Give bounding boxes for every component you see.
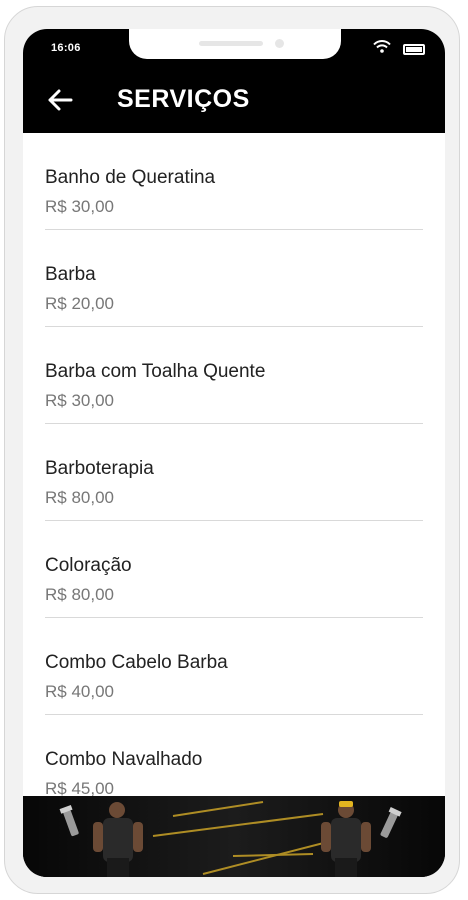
- phone-notch: [129, 29, 341, 59]
- service-item[interactable]: Banho de Queratina R$ 30,00: [45, 133, 423, 230]
- service-name: Banho de Queratina: [45, 167, 216, 188]
- arrow-left-icon: [48, 89, 73, 111]
- service-item[interactable]: Combo Navalhado R$ 45,00: [45, 715, 423, 796]
- back-button[interactable]: [45, 85, 75, 115]
- service-name: Barboterapia: [45, 458, 154, 479]
- service-name: Combo Navalhado: [45, 749, 203, 770]
- service-price: R$ 80,00: [45, 488, 114, 507]
- service-item[interactable]: Coloração R$ 80,00: [45, 521, 423, 618]
- service-name: Combo Cabelo Barba: [45, 652, 228, 673]
- service-price: R$ 30,00: [45, 391, 114, 410]
- page-title: SERVIÇOS: [117, 85, 250, 113]
- service-price: R$ 45,00: [45, 779, 114, 796]
- service-item[interactable]: Barboterapia R$ 80,00: [45, 424, 423, 521]
- wifi-icon: [373, 40, 391, 58]
- service-name: Barba com Toalha Quente: [45, 361, 266, 382]
- service-item[interactable]: Barba com Toalha Quente R$ 30,00: [45, 327, 423, 424]
- service-name: Barba: [45, 264, 96, 285]
- status-time: 16:06: [51, 42, 81, 54]
- front-camera: [275, 39, 284, 48]
- service-item[interactable]: Combo Cabelo Barba R$ 40,00: [45, 618, 423, 715]
- service-price: R$ 80,00: [45, 585, 114, 604]
- speaker-grille: [199, 41, 263, 46]
- app-header: SERVIÇOS: [23, 69, 445, 133]
- promo-banner[interactable]: [23, 796, 445, 877]
- service-price: R$ 40,00: [45, 682, 114, 701]
- service-price: R$ 20,00: [45, 294, 114, 313]
- status-icons: [373, 40, 425, 58]
- service-name: Coloração: [45, 555, 132, 576]
- banner-artwork: [23, 796, 445, 877]
- battery-icon: [403, 43, 425, 55]
- status-bar: 16:06: [23, 29, 445, 69]
- service-item[interactable]: Barba R$ 20,00: [45, 230, 423, 327]
- service-price: R$ 30,00: [45, 197, 114, 216]
- phone-screen: 16:06 SERVIÇOS Banho de Queratina R$ 30,…: [23, 29, 445, 877]
- services-list[interactable]: Banho de Queratina R$ 30,00 Barba R$ 20,…: [23, 133, 445, 796]
- device-frame: 16:06 SERVIÇOS Banho de Queratina R$ 30,…: [4, 6, 460, 894]
